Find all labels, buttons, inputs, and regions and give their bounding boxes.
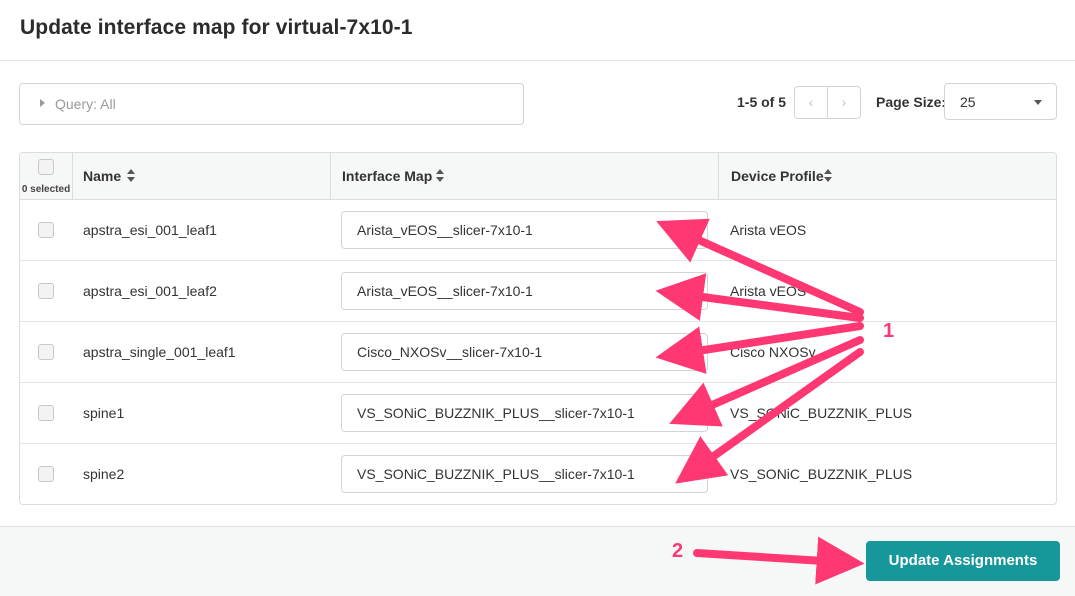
page-size-select[interactable]: 25 [944, 83, 1057, 120]
interface-map-select[interactable]: Arista_vEOS__slicer-7x10-1 [341, 272, 708, 310]
row-checkbox[interactable] [38, 222, 54, 238]
row-name: apstra_esi_001_leaf1 [83, 222, 217, 238]
column-divider [718, 153, 719, 199]
select-all-checkbox[interactable] [38, 159, 54, 175]
column-header-device-profile[interactable]: Device Profile [731, 153, 1031, 199]
table-row: apstra_esi_001_leaf1 Arista_vEOS__slicer… [20, 200, 1056, 261]
row-checkbox[interactable] [38, 405, 54, 421]
pagination-buttons: ‹ › [794, 86, 861, 119]
pagination-range: 1-5 of 5 [737, 94, 787, 110]
selected-count: 0 selected [21, 184, 71, 195]
interface-map-select[interactable]: Cisco_NXOSv__slicer-7x10-1 [341, 333, 708, 371]
interface-map-select[interactable]: VS_SONiC_BUZZNIK_PLUS__slicer-7x10-1 [341, 455, 708, 493]
row-name: apstra_single_001_leaf1 [83, 344, 236, 360]
row-device-profile: VS_SONiC_BUZZNIK_PLUS [730, 466, 913, 482]
table-row: spine1 VS_SONiC_BUZZNIK_PLUS__slicer-7x1… [20, 383, 1056, 444]
table-row: apstra_single_001_leaf1 Cisco_NXOSv__sli… [20, 322, 1056, 383]
callout-number: 1 [883, 320, 895, 342]
chevron-right-icon[interactable]: › [828, 87, 860, 118]
table-row: apstra_esi_001_leaf2 Arista_vEOS__slicer… [20, 261, 1056, 322]
row-name: spine2 [83, 466, 125, 482]
page-size-value: 25 [960, 94, 976, 110]
page-size-label: Page Size: [876, 94, 947, 110]
column-label: Name [83, 168, 122, 184]
column-divider [72, 153, 73, 199]
chevron-left-icon[interactable]: ‹ [795, 87, 827, 118]
row-device-profile: Arista vEOS [730, 283, 807, 299]
row-name: spine1 [83, 405, 125, 421]
row-checkbox[interactable] [38, 466, 54, 482]
dialog-title: Update interface map for virtual-7x10-1 [20, 16, 413, 39]
caret-right-icon [40, 99, 45, 107]
table-header: 0 selected Name Interface Map Device Pro… [20, 153, 1056, 200]
query-label: Query: All [55, 96, 116, 112]
row-name: apstra_esi_001_leaf2 [83, 283, 217, 299]
assignment-table: 0 selected Name Interface Map Device Pro… [19, 152, 1057, 505]
row-device-profile: Arista vEOS [730, 222, 807, 238]
row-checkbox[interactable] [38, 283, 54, 299]
column-divider [330, 153, 331, 199]
row-checkbox[interactable] [38, 344, 54, 360]
sort-icon[interactable] [127, 169, 135, 183]
table-row: spine2 VS_SONiC_BUZZNIK_PLUS__slicer-7x1… [20, 444, 1056, 504]
interface-map-select[interactable]: VS_SONiC_BUZZNIK_PLUS__slicer-7x10-1 [341, 394, 708, 432]
row-device-profile: VS_SONiC_BUZZNIK_PLUS [730, 405, 913, 421]
column-label: Interface Map [342, 168, 433, 184]
update-assignments-button[interactable]: Update Assignments [866, 541, 1060, 581]
query-filter[interactable]: Query: All [19, 83, 524, 125]
dialog-header: Update interface map for virtual-7x10-1 [0, 0, 1075, 61]
row-device-profile: Cisco NXOSv [730, 344, 816, 360]
interface-map-select[interactable]: Arista_vEOS__slicer-7x10-1 [341, 211, 708, 249]
column-header-interface-map[interactable]: Interface Map [342, 153, 712, 199]
chevron-down-icon [1034, 100, 1042, 105]
sort-icon[interactable] [824, 169, 832, 183]
sort-icon[interactable] [436, 169, 444, 183]
callout-number: 2 [672, 540, 684, 562]
column-label: Device Profile [731, 168, 824, 184]
column-header-name[interactable]: Name [83, 153, 333, 199]
